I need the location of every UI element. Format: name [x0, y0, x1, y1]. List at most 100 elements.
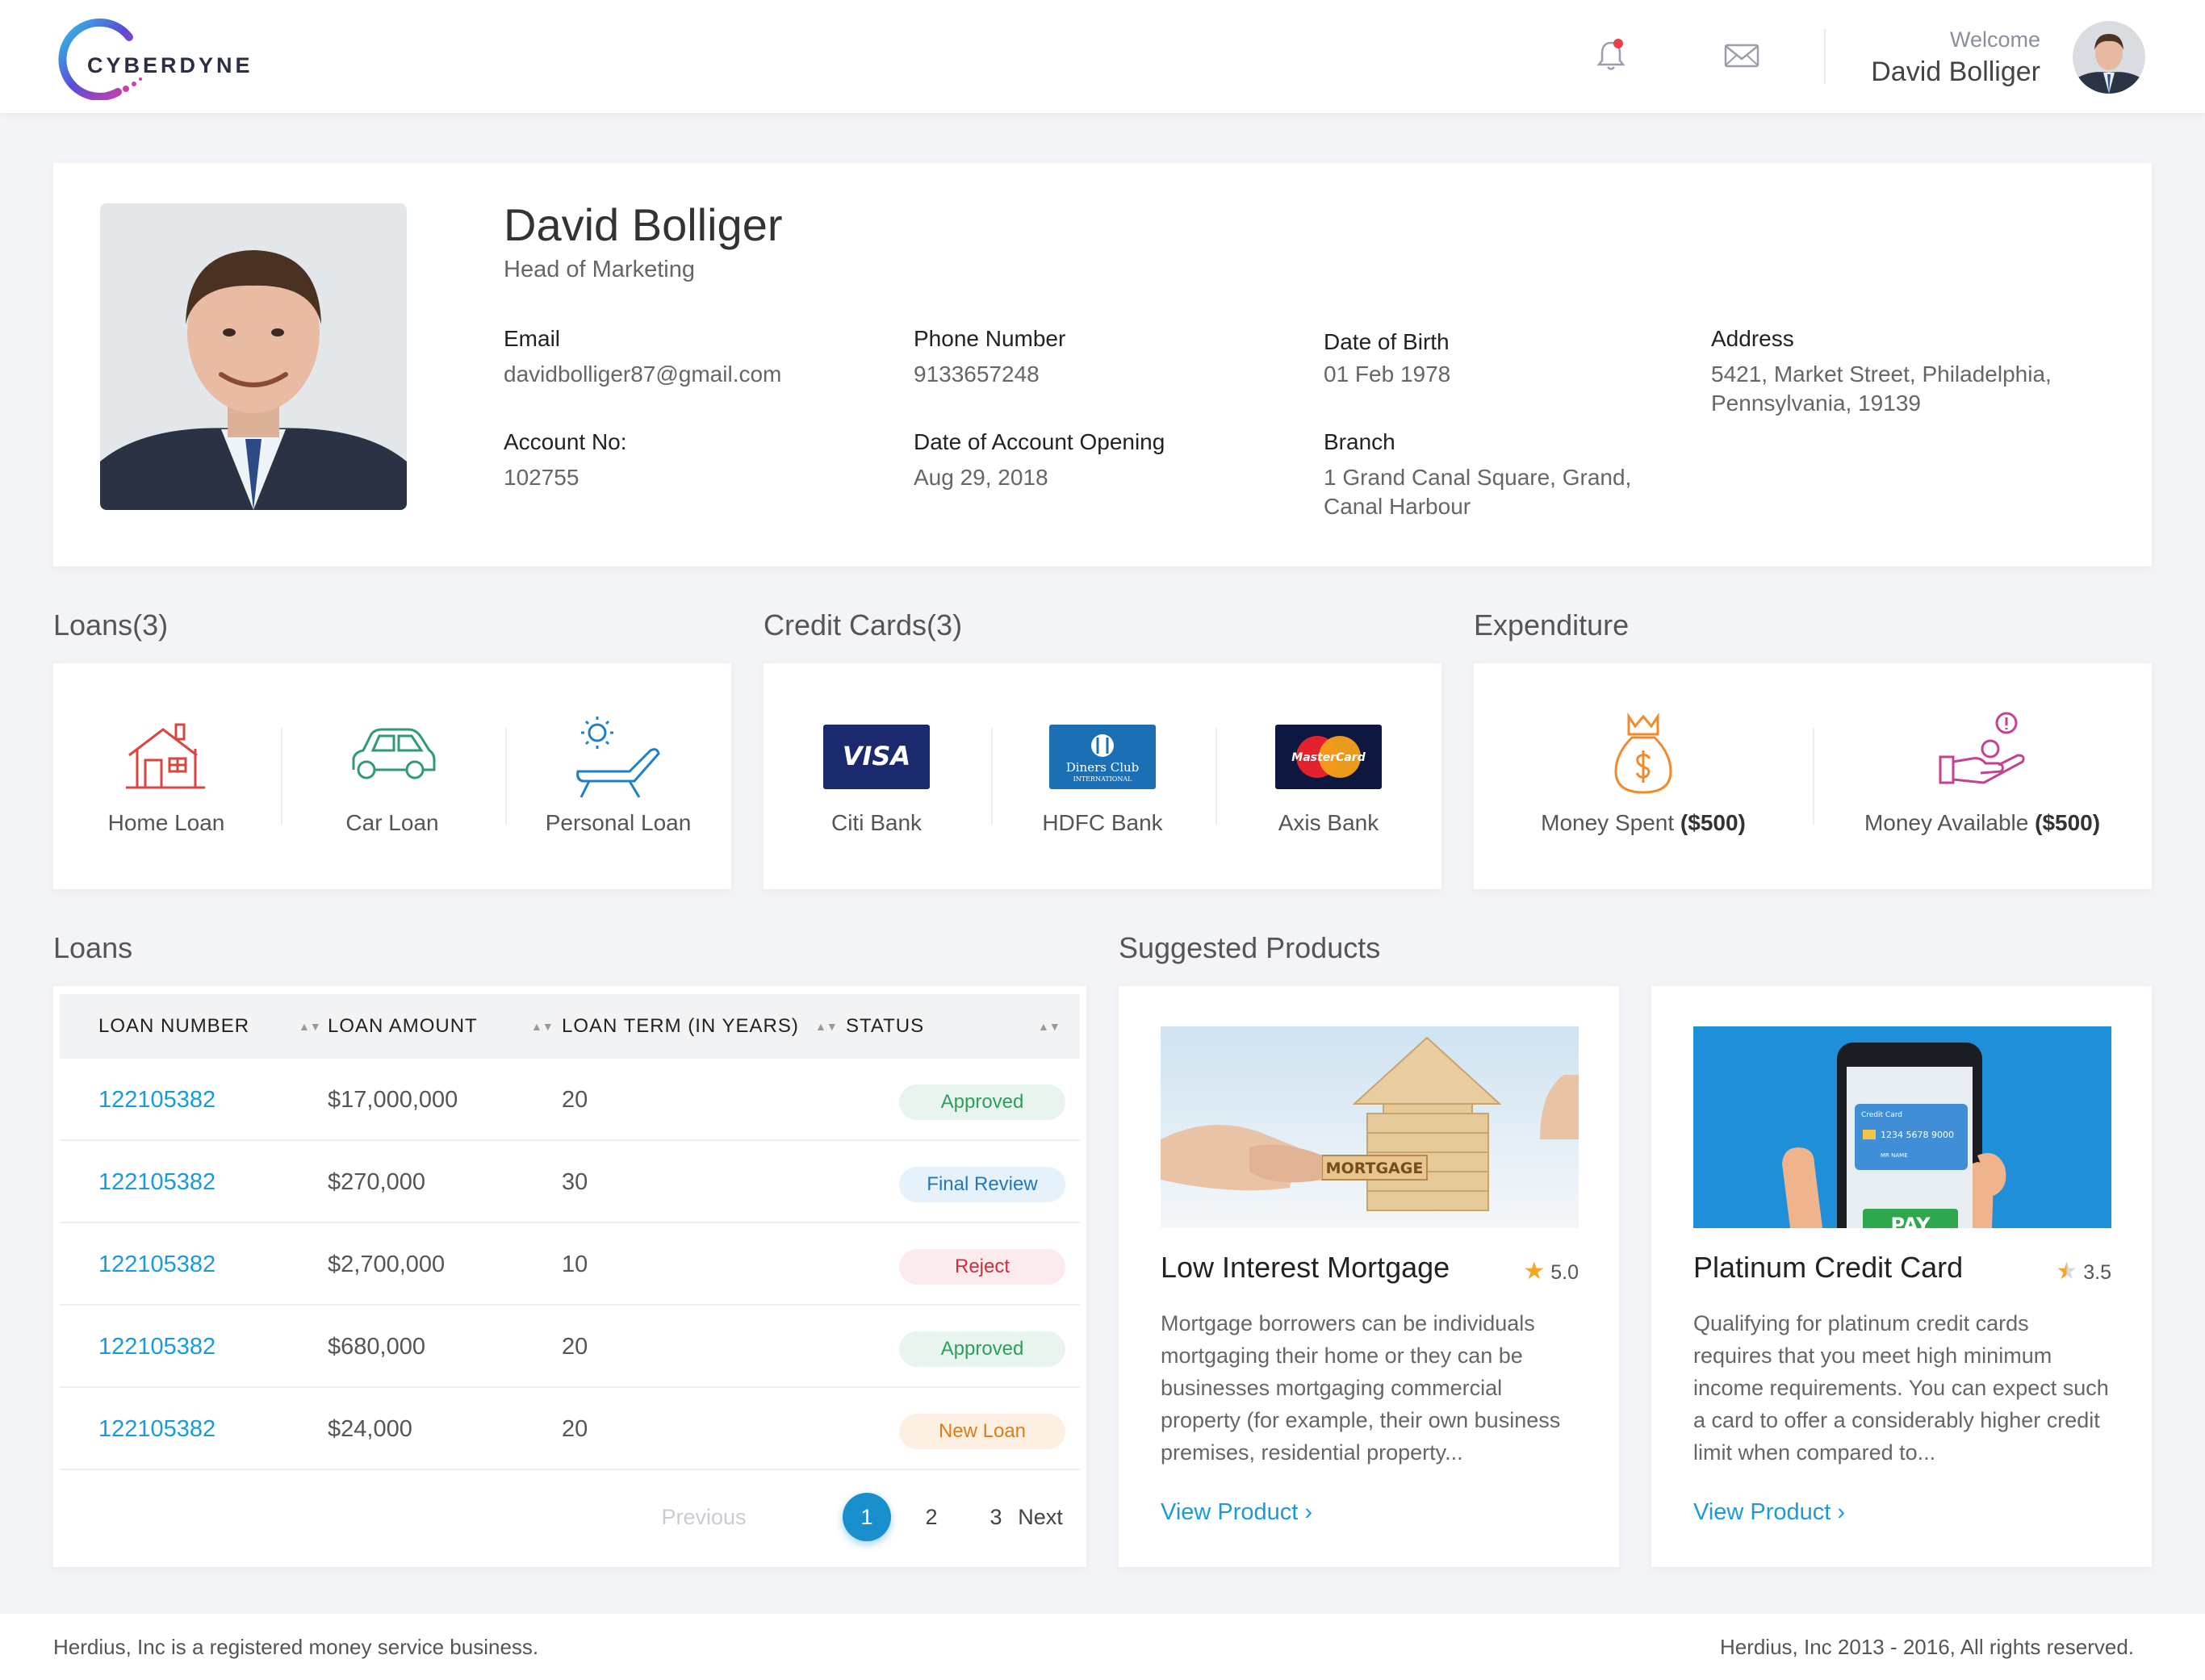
citi-bank-tile[interactable]: VISA Citi Bank [764, 663, 990, 889]
loan-number-link[interactable]: 122105382 [98, 1059, 215, 1141]
loan-number-link[interactable]: 122105382 [98, 1141, 215, 1223]
sort-icon[interactable]: ▲▼ [531, 994, 554, 1059]
svg-text:MR NAME: MR NAME [1881, 1152, 1908, 1159]
opening-value: Aug 29, 2018 [914, 465, 1048, 490]
phone-value: 9133657248 [914, 361, 1040, 387]
svg-text:INTERNATIONAL: INTERNATIONAL [1073, 775, 1133, 783]
table-row: 122105382 $24,000 20 New Loan [60, 1388, 1080, 1470]
col-loan-number[interactable]: LOAN NUMBER [98, 994, 249, 1059]
dob-value: 01 Feb 1978 [1324, 361, 1451, 387]
loan-amount: $2,700,000 [328, 1252, 446, 1277]
view-product-link[interactable]: View Product › [1161, 1499, 1312, 1526]
account-value: 102755 [504, 465, 579, 490]
house-icon [126, 723, 205, 789]
user-name[interactable]: David Bolliger [1871, 56, 2040, 88]
branch-label: Branch [1324, 429, 1395, 454]
sort-icon[interactable]: ▲▼ [299, 994, 321, 1059]
col-status[interactable]: STATUS [846, 994, 924, 1059]
home-loan-tile[interactable]: Home Loan [53, 663, 279, 889]
loan-amount: $680,000 [328, 1334, 425, 1360]
product-title[interactable]: Platinum Credit Card [1693, 1251, 1963, 1285]
product-card: MORTGAGE Low Interest Mortgage ★ 5.0 Mor… [1119, 986, 1619, 1567]
money-bag-icon [1614, 713, 1672, 794]
loans-table-title: Loans [53, 931, 133, 964]
opening-label: Date of Account Opening [914, 429, 1165, 454]
loan-term: 30 [562, 1169, 588, 1195]
product-card: Credit Card 1234 5678 9000 MR NAME PAY P… [1651, 986, 2152, 1567]
table-row: 122105382 $680,000 20 Approved [60, 1306, 1080, 1388]
axis-bank-label: Axis Bank [1278, 810, 1379, 835]
loan-term: 20 [562, 1087, 588, 1113]
footer-copyright: Herdius, Inc 2013 - 2016, All rights res… [1719, 1635, 2134, 1659]
axis-bank-tile[interactable]: MasterCard Axis Bank [1215, 663, 1441, 889]
table-row: 122105382 $270,000 30 Final Review [60, 1141, 1080, 1223]
loan-number-link[interactable]: 122105382 [98, 1306, 215, 1388]
hdfc-bank-tile[interactable]: Diners Club INTERNATIONAL HDFC Bank [990, 663, 1215, 889]
product-description: Qualifying for platinum credit cards req… [1693, 1311, 2109, 1465]
money-spent-label: Money Spent ($500) [1541, 810, 1746, 835]
sort-icon[interactable]: ▲▼ [815, 994, 838, 1059]
product-rating: ★ 5.0 [1523, 1258, 1579, 1285]
product-image-credit-card[interactable]: Credit Card 1234 5678 9000 MR NAME PAY [1693, 1026, 2111, 1228]
previous-button[interactable]: Previous [655, 1493, 752, 1541]
product-description: Mortgage borrowers can be individuals mo… [1161, 1311, 1561, 1465]
svg-text:VISA: VISA [843, 741, 910, 771]
col-loan-term[interactable]: LOAN TERM (IN YEARS) [562, 994, 799, 1059]
pagination: Previous 1 2 3 Next [53, 1493, 1086, 1541]
loans-summary-title: Loans(3) [53, 608, 169, 641]
mail-icon[interactable] [1722, 36, 1761, 75]
status-badge: Approved [899, 1084, 1065, 1120]
dob-label: Date of Birth [1324, 329, 1450, 354]
col-loan-amount[interactable]: LOAN AMOUNT [328, 994, 478, 1059]
top-header: CYBERDYNE Welcome David Bolliger [0, 0, 2205, 113]
personal-loan-tile[interactable]: Personal Loan [505, 663, 731, 889]
svg-text:Credit Card: Credit Card [1861, 1111, 1902, 1119]
loan-amount: $270,000 [328, 1169, 425, 1195]
loan-number-link[interactable]: 122105382 [98, 1388, 215, 1470]
money-available-tile[interactable]: Money Available ($500) [1813, 663, 2152, 889]
page-2-button[interactable]: 2 [907, 1493, 956, 1541]
car-icon [352, 728, 436, 779]
email-value: davidbolliger87@gmail.com [504, 361, 782, 387]
loan-term: 20 [562, 1416, 588, 1442]
table-row: 122105382 $2,700,000 10 Reject [60, 1223, 1080, 1306]
email-label: Email [504, 326, 561, 351]
footer-left-text: Herdius, Inc is a registered money servi… [53, 1635, 539, 1659]
profile-role: Head of Marketing [504, 257, 695, 282]
loan-amount: $17,000,000 [328, 1087, 458, 1113]
welcome-label: Welcome [1949, 27, 2040, 52]
loan-term: 10 [562, 1252, 588, 1277]
product-rating: ★ 3.5 [2056, 1258, 2111, 1285]
bell-icon[interactable] [1592, 36, 1630, 75]
loan-amount: $24,000 [328, 1416, 412, 1442]
address-label: Address [1711, 326, 1794, 351]
hand-coins-icon [1939, 712, 2025, 784]
citi-bank-label: Citi Bank [831, 810, 923, 835]
profile-card: David Bolliger Head of Marketing Email d… [53, 163, 2152, 566]
status-badge: Approved [899, 1331, 1065, 1367]
avatar[interactable] [2073, 21, 2145, 94]
branch-value: 1 Grand Canal Square, Grand, Canal Harbo… [1324, 465, 1632, 519]
sort-icon[interactable]: ▲▼ [1038, 994, 1061, 1059]
cards-summary-card: VISA Citi Bank Diners Club INTERNATIONAL… [764, 663, 1441, 889]
view-product-link[interactable]: View Product › [1693, 1499, 1845, 1526]
next-button[interactable]: Next [996, 1493, 1085, 1541]
money-spent-tile[interactable]: Money Spent ($500) [1474, 663, 1813, 889]
car-loan-tile[interactable]: Car Loan [279, 663, 505, 889]
product-title[interactable]: Low Interest Mortgage [1161, 1251, 1450, 1285]
brand-name: CYBERDYNE [87, 53, 253, 77]
loan-number-link[interactable]: 122105382 [98, 1223, 215, 1306]
star-half-icon: ★ [2056, 1258, 2078, 1285]
mastercard-logo: MasterCard [1275, 725, 1382, 789]
suggested-title: Suggested Products [1119, 931, 1381, 964]
svg-text:1234 5678 9000: 1234 5678 9000 [1881, 1130, 1954, 1140]
status-badge: New Loan [899, 1414, 1065, 1449]
status-badge: Final Review [899, 1167, 1065, 1202]
page-1-button[interactable]: 1 [843, 1493, 891, 1541]
footer: Herdius, Inc is a registered money servi… [0, 1614, 2205, 1680]
expenditure-title: Expenditure [1474, 608, 1630, 641]
svg-text:Diners Club: Diners Club [1066, 760, 1140, 775]
car-loan-label: Car Loan [345, 810, 439, 835]
product-image-mortgage[interactable]: MORTGAGE [1161, 1026, 1579, 1228]
star-icon: ★ [1523, 1258, 1546, 1285]
